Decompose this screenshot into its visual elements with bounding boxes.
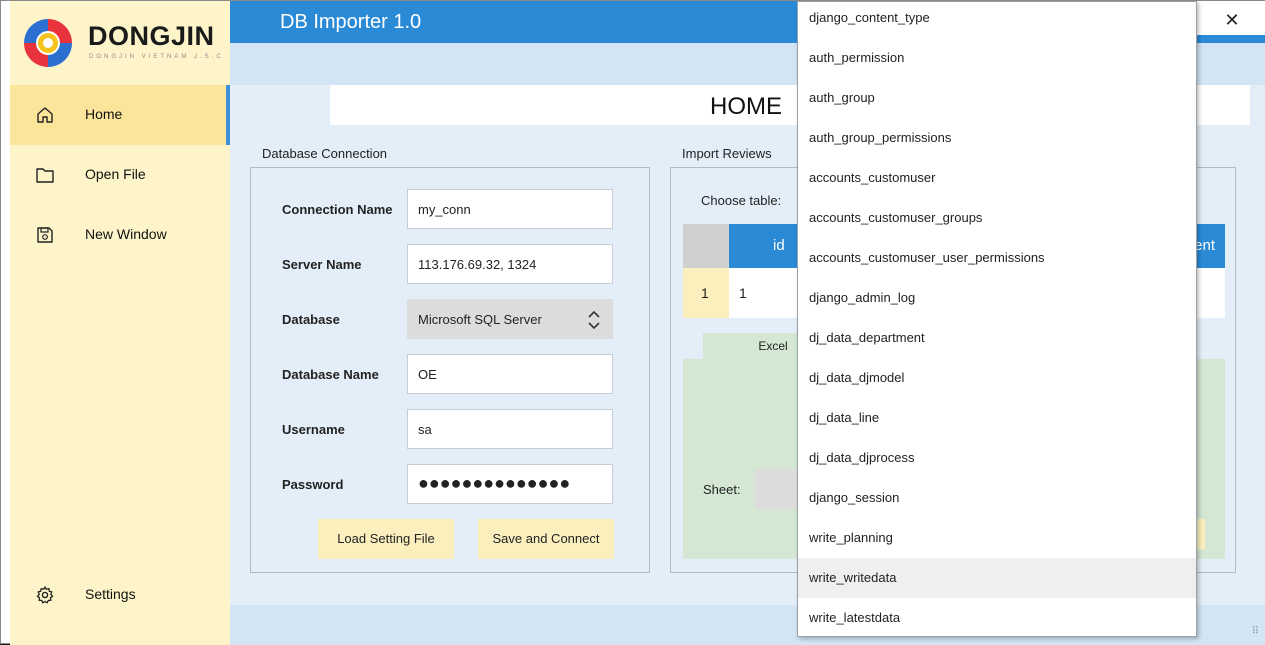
password-input[interactable]: ●●●●●●●●●●●●●● (407, 464, 613, 504)
dongjin-logo-icon (24, 19, 72, 67)
dropdown-option[interactable]: write_latestdata (798, 598, 1196, 636)
sidebar: DONGJIN DONGJIN VIETNAM J.S.C Home Open … (10, 1, 230, 645)
connection-name-label: Connection Name (282, 202, 393, 217)
dropdown-option[interactable]: accounts_customuser_user_permissions (798, 238, 1196, 278)
database-name-input[interactable]: OE (407, 354, 613, 394)
sidebar-item-label: New Window (85, 226, 167, 242)
database-name-label: Database Name (282, 367, 379, 382)
server-name-label: Server Name (282, 257, 362, 272)
database-select-value: Microsoft SQL Server (418, 312, 542, 327)
close-button[interactable]: ✕ (1218, 7, 1246, 33)
import-group-label: Import Reviews (682, 146, 772, 161)
dropdown-option[interactable]: dj_data_djprocess (798, 438, 1196, 478)
sidebar-item-settings[interactable]: Settings (10, 565, 230, 625)
sidebar-item-open-file[interactable]: Open File (10, 145, 230, 205)
save-and-connect-button[interactable]: Save and Connect (478, 519, 614, 559)
brand-logo: DONGJIN DONGJIN VIETNAM J.S.C (10, 1, 230, 85)
dropdown-option[interactable]: accounts_customuser_groups (798, 198, 1196, 238)
server-name-input[interactable]: 113.176.69.32, 1324 (407, 244, 613, 284)
home-icon (37, 107, 53, 123)
save-icon (37, 227, 53, 243)
dropdown-option[interactable]: django_admin_log (798, 278, 1196, 318)
sidebar-item-label: Settings (85, 586, 136, 602)
table-dropdown-list[interactable]: django_content_type auth_permission auth… (797, 1, 1197, 637)
row-index: 1 (683, 268, 729, 318)
column-header-ent[interactable]: ent (1194, 237, 1215, 254)
load-setting-file-button[interactable]: Load Setting File (318, 519, 454, 559)
folder-icon (36, 168, 54, 183)
dropdown-option[interactable]: write_planning (798, 518, 1196, 558)
dropdown-option[interactable]: dj_data_line (798, 398, 1196, 438)
choose-table-label: Choose table: (701, 193, 782, 208)
sidebar-item-label: Home (85, 106, 123, 122)
dropdown-option-highlighted[interactable]: write_writedata (798, 558, 1196, 598)
dropdown-option[interactable]: django_content_type (798, 2, 1196, 38)
database-label: Database (282, 312, 340, 327)
brand-tagline: DONGJIN VIETNAM J.S.C (89, 54, 224, 60)
dropdown-option[interactable]: auth_group (798, 78, 1196, 118)
connection-group: Connection Name my_conn Server Name 113.… (250, 167, 650, 573)
app-window: DONGJIN DONGJIN VIETNAM J.S.C Home Open … (0, 0, 1265, 645)
password-label: Password (282, 477, 344, 492)
dropdown-option[interactable]: django_session (798, 478, 1196, 518)
connection-name-input[interactable]: my_conn (407, 189, 613, 229)
dropdown-option[interactable]: dj_data_department (798, 318, 1196, 358)
dropdown-option[interactable]: dj_data_djmodel (798, 358, 1196, 398)
page-title: HOME (710, 93, 782, 120)
sheet-label: Sheet: (703, 482, 741, 497)
resize-grip-icon[interactable]: ⠿ (1252, 626, 1259, 637)
connection-group-label: Database Connection (262, 146, 388, 161)
sidebar-item-new-window[interactable]: New Window (10, 205, 230, 265)
table-corner-header (683, 224, 729, 268)
chevron-up-down-icon (588, 310, 600, 330)
dropdown-option[interactable]: accounts_customuser (798, 158, 1196, 198)
app-title: DB Importer 1.0 (280, 11, 422, 33)
column-header-id[interactable]: id (773, 237, 785, 254)
sidebar-item-label: Open File (85, 166, 146, 182)
database-select[interactable]: Microsoft SQL Server (407, 299, 613, 339)
sidebar-item-home[interactable]: Home (10, 85, 230, 145)
gear-icon (36, 586, 54, 604)
dropdown-option[interactable]: auth_group_permissions (798, 118, 1196, 158)
username-label: Username (282, 422, 345, 437)
dropdown-option[interactable]: auth_permission (798, 38, 1196, 78)
brand-name: DONGJIN (88, 21, 215, 51)
username-input[interactable]: sa (407, 409, 613, 449)
